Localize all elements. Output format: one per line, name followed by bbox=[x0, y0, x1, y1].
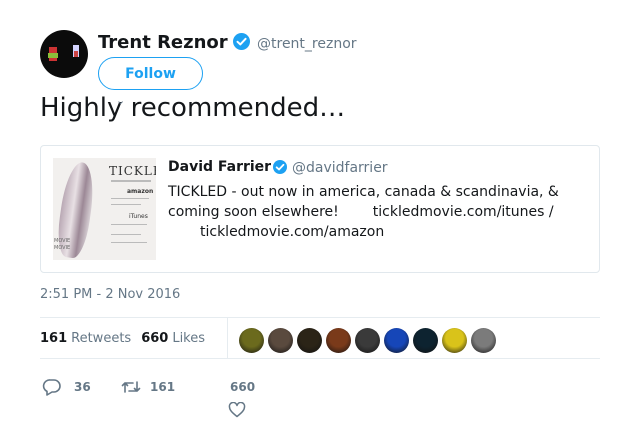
chevron-down-icon[interactable]: ⌄ bbox=[116, 94, 125, 107]
like-count: 660 bbox=[230, 380, 256, 394]
tweet-stats: 161 Retweets 660 Likes bbox=[40, 331, 205, 346]
liker-avatar[interactable] bbox=[413, 328, 438, 353]
poster-text-line bbox=[111, 224, 147, 225]
liker-avatar[interactable] bbox=[442, 328, 467, 353]
poster-itunes-text: iTunes bbox=[129, 213, 148, 220]
poster-movie-line: MOVIE bbox=[54, 238, 71, 244]
avatar-pixel-figure-part bbox=[74, 51, 78, 57]
poster-movie-text: MOVIE MOVIE bbox=[54, 238, 70, 252]
poster-title: TICKLE bbox=[109, 164, 156, 178]
liker-avatar[interactable] bbox=[384, 328, 409, 353]
reply-count: 36 bbox=[74, 380, 91, 394]
quoted-tweet-text: TICKLED - out now in america, canada & s… bbox=[168, 182, 588, 242]
likes-label: Likes bbox=[172, 331, 206, 346]
retweet-icon bbox=[121, 378, 141, 396]
quoted-author-name[interactable]: David Farrier bbox=[168, 159, 271, 175]
likes-stat[interactable]: 660 Likes bbox=[141, 331, 205, 346]
liker-avatar[interactable] bbox=[268, 328, 293, 353]
retweets-stat[interactable]: 161 Retweets bbox=[40, 331, 131, 346]
retweet-count: 161 bbox=[150, 380, 176, 394]
quoted-author-handle[interactable]: @davidfarrier bbox=[292, 160, 388, 176]
liker-avatar[interactable] bbox=[471, 328, 496, 353]
poster-text-line bbox=[111, 204, 141, 205]
liker-avatar[interactable] bbox=[297, 328, 322, 353]
poster-text-line bbox=[111, 242, 147, 243]
reply-button[interactable]: 36 bbox=[42, 378, 91, 396]
quoted-link-itunes[interactable]: tickledmovie.com/itunes / bbox=[373, 204, 554, 220]
poster-text-line bbox=[111, 198, 149, 199]
liker-avatar[interactable] bbox=[326, 328, 351, 353]
liker-avatar[interactable] bbox=[239, 328, 264, 353]
divider bbox=[40, 358, 600, 359]
poster-movie-line: MOVIE bbox=[54, 245, 71, 251]
liker-avatar[interactable] bbox=[355, 328, 380, 353]
retweet-button[interactable]: 161 bbox=[121, 378, 175, 396]
retweets-count: 161 bbox=[40, 331, 68, 346]
verified-badge-icon bbox=[273, 160, 287, 174]
poster-amazon-text: amazon bbox=[127, 188, 154, 195]
likes-count: 660 bbox=[141, 331, 169, 346]
quoted-link-amazon[interactable]: tickledmovie.com/amazon bbox=[200, 224, 384, 240]
quoted-tweet-card[interactable]: TICKLE amazon iTunes MOVIE MOVIE David F… bbox=[40, 145, 600, 273]
follow-button[interactable]: Follow bbox=[98, 57, 203, 90]
movie-poster-thumbnail[interactable]: TICKLE amazon iTunes MOVIE MOVIE bbox=[53, 158, 156, 260]
reply-icon bbox=[42, 378, 62, 396]
verified-badge-icon bbox=[233, 33, 250, 50]
tweet-timestamp[interactable]: 2:51 PM - 2 Nov 2016 bbox=[40, 287, 180, 302]
stats-separator bbox=[227, 318, 228, 358]
tweet-actions: 36 161 660 bbox=[40, 378, 600, 418]
avatar-pixel-figure-part bbox=[48, 53, 58, 58]
like-heart-icon[interactable] bbox=[228, 401, 246, 422]
author-handle[interactable]: @trent_reznor bbox=[257, 36, 357, 52]
divider bbox=[40, 317, 600, 318]
author-name[interactable]: Trent Reznor bbox=[98, 32, 228, 53]
retweets-label: Retweets bbox=[71, 331, 132, 346]
tweet-text: Highly recommended… bbox=[40, 93, 346, 123]
author-avatar[interactable] bbox=[40, 30, 88, 78]
likers-avatar-list bbox=[239, 328, 496, 353]
poster-text-line bbox=[111, 234, 141, 235]
poster-text-line bbox=[111, 180, 151, 182]
